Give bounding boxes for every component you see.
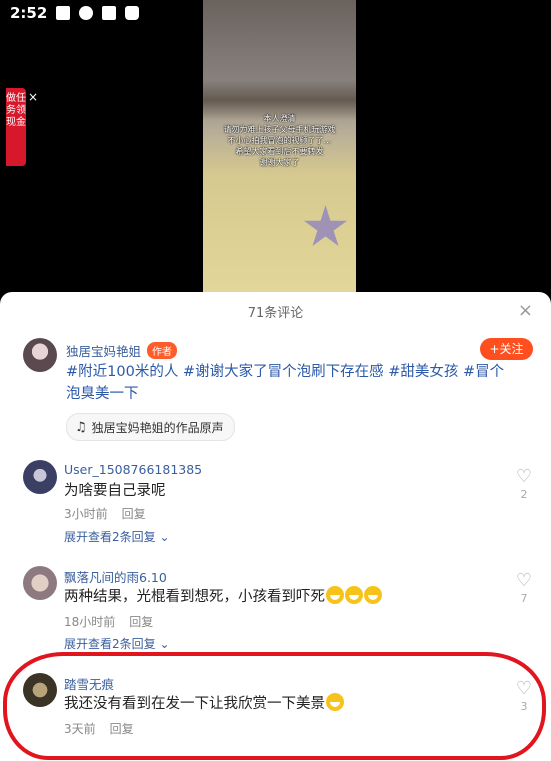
chevron-down-icon: ⌄ [159,530,170,544]
reply-button[interactable]: 回复 [129,615,153,629]
comment-meta: 3小时前 回复 [64,505,146,522]
author-name-row: 独居宝妈艳姐 作者 [66,341,178,360]
task-reward-badge[interactable]: 做任务领现金 [6,88,26,166]
red-annotation-circle [3,652,546,760]
expand-replies[interactable]: 展开查看2条回复 ⌄ [64,635,170,652]
comment-user[interactable]: 飘落凡间的雨6.10 [64,567,167,586]
author-name[interactable]: 独居宝妈艳姐 [66,344,141,359]
avatar[interactable] [23,460,57,494]
video-caption: 本人澄清 请勿为难上孩子父母手机玩游戏 不小心拍我冒泡的视频了了… 希望大家看到… [203,113,356,168]
star-pattern [303,205,348,246]
caption-line: 谢谢大家了 [259,158,300,167]
comment-time: 18小时前 [64,615,116,629]
heart-icon: ♡ [515,570,533,591]
photo-icon [102,6,117,20]
shield-icon [79,6,94,20]
chevron-down-icon: ⌄ [159,637,170,651]
grin-emoji-icon [326,586,344,604]
bag-icon [125,6,140,20]
grin-emoji-icon [345,586,363,604]
music-note-icon: ♫ [75,419,87,435]
grin-emoji-icon [364,586,382,604]
comment-text-body: 两种结果，光棍看到想死，小孩看到吓死 [64,589,325,605]
comment-user[interactable]: User_1508766181385 [64,462,202,477]
video-player[interactable]: 本人澄清 请勿为难上孩子父母手机玩游戏 不小心拍我冒泡的视频了了… 希望大家看到… [203,0,356,292]
follow-button[interactable]: +关注 [480,338,533,360]
expand-replies-label: 展开查看2条回复 [64,530,156,544]
status-time: 2:52 [10,4,48,22]
like-button[interactable]: ♡ 7 [509,570,539,606]
like-count: 2 [520,488,528,501]
author-avatar[interactable] [23,338,57,372]
like-button[interactable]: ♡ 2 [509,466,539,502]
a-icon [56,6,71,20]
avatar[interactable] [23,566,57,600]
caption-line: 本人澄清 [263,114,296,123]
reply-button[interactable]: 回复 [122,507,146,521]
expand-replies-label: 展开查看2条回复 [64,637,156,651]
comment-text: 为啥要自己录呢 [64,483,166,499]
post-hashtags[interactable]: #附近100米的人 #谢谢大家了冒个泡刷下存在感 #甜美女孩 #冒个泡臭美一下 [66,361,506,405]
like-count: 7 [520,592,528,605]
comment-text: 两种结果，光棍看到想死，小孩看到吓死 [64,586,382,608]
close-icon[interactable]: × [518,300,533,321]
task-badge-close-icon[interactable]: × [28,90,38,104]
expand-replies[interactable]: 展开查看2条回复 ⌄ [64,528,170,545]
original-sound-chip[interactable]: ♫ 独居宝妈艳姐的作品原声 [66,413,235,441]
caption-line: 不小心拍我冒泡的视频了了… [227,136,332,145]
caption-line: 请勿为难上孩子父母手机玩游戏 [223,125,336,134]
comment-meta: 18小时前 回复 [64,613,153,630]
sound-label: 独居宝妈艳姐的作品原声 [91,420,224,435]
comments-count-title: 71条评论 [247,306,304,321]
heart-icon: ♡ [515,466,533,487]
author-tag: 作者 [147,342,178,359]
caption-line: 希望大家看到后不要转发 [235,147,324,156]
comment-time: 3小时前 [64,507,108,521]
